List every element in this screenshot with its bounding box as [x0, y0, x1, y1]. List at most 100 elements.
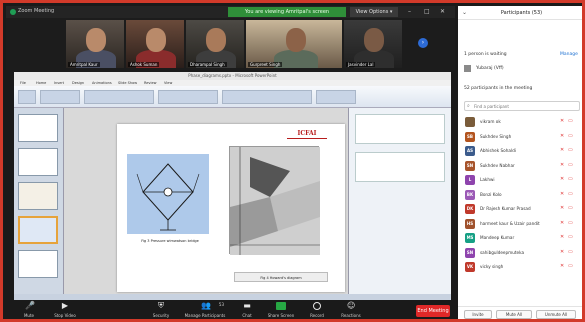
- video-tile[interactable]: Ashok Suman: [126, 20, 184, 68]
- avatar: SN: [465, 160, 475, 171]
- video-tile-name: Jasvinder Lal: [346, 62, 376, 67]
- video-off-icon: ▭: [568, 219, 573, 226]
- participant-name: Abhishek Sohaldi: [480, 148, 516, 153]
- participant-row[interactable]: SN sahibguldeepmuteka ✕ ▭: [462, 246, 582, 261]
- video-tile-active[interactable]: Gurpreet Singh: [246, 20, 342, 68]
- unmute-all-button[interactable]: Unmute All: [536, 310, 576, 319]
- end-meeting-button[interactable]: End Meeting: [416, 305, 450, 317]
- avatar: [465, 117, 475, 127]
- muted-mic-icon[interactable]: ✕: [560, 162, 564, 168]
- participant-search[interactable]: ⌕: [464, 101, 580, 111]
- next-videos-arrow-icon[interactable]: ›: [418, 38, 428, 48]
- pane-box[interactable]: [355, 152, 445, 182]
- shared-screen: Phase_diagrams.pptx - Microsoft PowerPoi…: [14, 72, 451, 300]
- participant-search-input[interactable]: [474, 103, 574, 110]
- participant-row[interactable]: AS Abhishek Sohaldi ✕ ▭: [462, 144, 582, 159]
- video-tile[interactable]: Jasvinder Lal: [344, 20, 402, 68]
- participant-list-scrollbar[interactable]: [582, 126, 584, 286]
- participant-name: Sukhdev Nabhar: [480, 162, 515, 168]
- wheatstone-bridge-figure: [127, 154, 209, 234]
- mute-all-button[interactable]: Mute All: [496, 310, 532, 319]
- reactions-button[interactable]: ☺ Reactions: [336, 301, 366, 319]
- video-tile[interactable]: Amritpal Kaur: [66, 20, 124, 68]
- record-button[interactable]: Record: [302, 302, 332, 319]
- slide-thumbnail-selected[interactable]: [18, 216, 58, 244]
- participant-name: Bonzi Kolo: [480, 191, 502, 197]
- microphone-icon: 🎤: [25, 301, 35, 310]
- video-off-icon: ▭: [568, 263, 573, 269]
- chat-button[interactable]: ▬ Chat: [232, 301, 262, 319]
- waiting-participant-name: Yubaraj (Vff): [476, 66, 504, 71]
- participants-footer: Invite Mute All Unmute All: [458, 306, 582, 319]
- participant-row[interactable]: HS harmeet kaur & Uzair pandit ✕ ▭: [462, 217, 582, 232]
- security-button[interactable]: ⛨ Security: [146, 302, 176, 319]
- participant-name: sahibguldeepmuteka: [480, 249, 525, 255]
- participant-row[interactable]: vikram ok ✕ ▭: [462, 115, 582, 130]
- waiting-room-text: 1 person is waiting: [464, 52, 507, 57]
- ppt-ribbon: [14, 86, 451, 108]
- participant-row[interactable]: L Lakhwi ✕ ▭: [462, 173, 582, 188]
- video-off-icon: ▭: [568, 248, 573, 255]
- participant-row[interactable]: SN Sukhdev Nabhar ✕ ▭: [462, 159, 582, 174]
- participant-name: vicky singh: [480, 264, 504, 269]
- video-tile-name: Ashok Suman: [128, 62, 160, 67]
- slide-thumbnail[interactable]: [18, 250, 58, 278]
- paste-button[interactable]: [18, 90, 36, 104]
- muted-mic-icon[interactable]: ✕: [560, 177, 564, 182]
- muted-mic-icon[interactable]: ✕: [560, 148, 564, 153]
- editing-group[interactable]: [316, 90, 356, 104]
- participant-row[interactable]: BK Bonzi Kolo ✕ ▭: [462, 188, 582, 203]
- muted-mic-icon[interactable]: ✕: [560, 133, 564, 139]
- font-group[interactable]: [84, 90, 154, 104]
- muted-mic-icon[interactable]: ✕: [560, 206, 564, 211]
- participant-face: [146, 28, 166, 52]
- participant-count: 53: [218, 302, 224, 307]
- share-screen-icon: [276, 302, 286, 310]
- avatar: VK: [465, 262, 475, 272]
- drawing-group[interactable]: [222, 90, 312, 104]
- video-tile[interactable]: Dharampal Singh: [186, 20, 244, 68]
- participant-row[interactable]: DK Dr Rajesh Kumar Prasad ✕ ▭: [462, 202, 582, 217]
- manage-participants-button[interactable]: 👥 53 Manage Participants: [182, 301, 228, 319]
- share-screen-button[interactable]: Share Screen: [266, 302, 296, 319]
- stop-video-button[interactable]: ▶ Stop Video: [50, 301, 80, 319]
- participant-row[interactable]: MS Mandeep Kumar ✕ ▭: [462, 231, 582, 246]
- muted-mic-icon[interactable]: ✕: [560, 264, 564, 269]
- muted-mic-icon[interactable]: ✕: [560, 119, 564, 124]
- chat-bubble-icon: ▬: [243, 301, 251, 310]
- participant-row[interactable]: SB Sukhdev Singh ✕ ▭: [462, 130, 582, 145]
- howard-diagram-figure: [229, 146, 320, 255]
- close-icon[interactable]: ✕: [440, 8, 445, 15]
- manage-waiting-link[interactable]: Manage: [560, 52, 578, 57]
- participant-face: [206, 28, 226, 52]
- muted-mic-icon[interactable]: ✕: [560, 249, 564, 255]
- muted-mic-icon[interactable]: ✕: [560, 220, 564, 226]
- video-off-icon: ▭: [568, 118, 573, 124]
- slide-thumbnail[interactable]: [18, 182, 58, 210]
- current-slide: ICFAI Fig 3 Pressure wimwatson bridge Fi…: [117, 124, 345, 292]
- slides-group[interactable]: [40, 90, 80, 104]
- in-meeting-count-text: 52 participants in the meeting: [464, 86, 533, 91]
- view-options-button[interactable]: View Options ▾: [350, 7, 398, 17]
- invite-button[interactable]: Invite: [464, 310, 492, 319]
- video-camera-icon: ▶: [61, 301, 69, 310]
- meeting-toolbar: 🎤 Mute ▶ Stop Video ⛨ Security 👥 53 Mana…: [6, 300, 455, 319]
- slide-thumbnail[interactable]: [18, 114, 58, 142]
- screen-share-banner: You are viewing Amritpal's screen: [228, 7, 346, 17]
- maximize-icon[interactable]: □: [424, 8, 430, 15]
- paragraph-group[interactable]: [158, 90, 218, 104]
- video-off-icon: ▭: [568, 161, 573, 168]
- waiting-participant-row[interactable]: Yubaraj (Vff): [464, 64, 580, 74]
- video-strip: Amritpal Kaur Ashok Suman Dharampal Sing…: [6, 18, 455, 70]
- pane-box[interactable]: [355, 114, 445, 144]
- slide-thumbnail[interactable]: [18, 148, 58, 176]
- participants-icon: 👥: [201, 301, 211, 310]
- smiley-icon: ☺: [347, 301, 356, 310]
- meeting-window: Zoom Meeting You are viewing Amritpal's …: [6, 6, 455, 319]
- muted-mic-icon[interactable]: ✕: [560, 191, 564, 197]
- mute-button[interactable]: 🎤 Mute: [14, 301, 44, 319]
- minimize-icon[interactable]: –: [408, 8, 411, 15]
- video-off-icon: ▭: [568, 176, 573, 182]
- participant-row[interactable]: VK vicky singh ✕ ▭: [462, 260, 582, 275]
- muted-mic-icon[interactable]: ✕: [560, 235, 564, 240]
